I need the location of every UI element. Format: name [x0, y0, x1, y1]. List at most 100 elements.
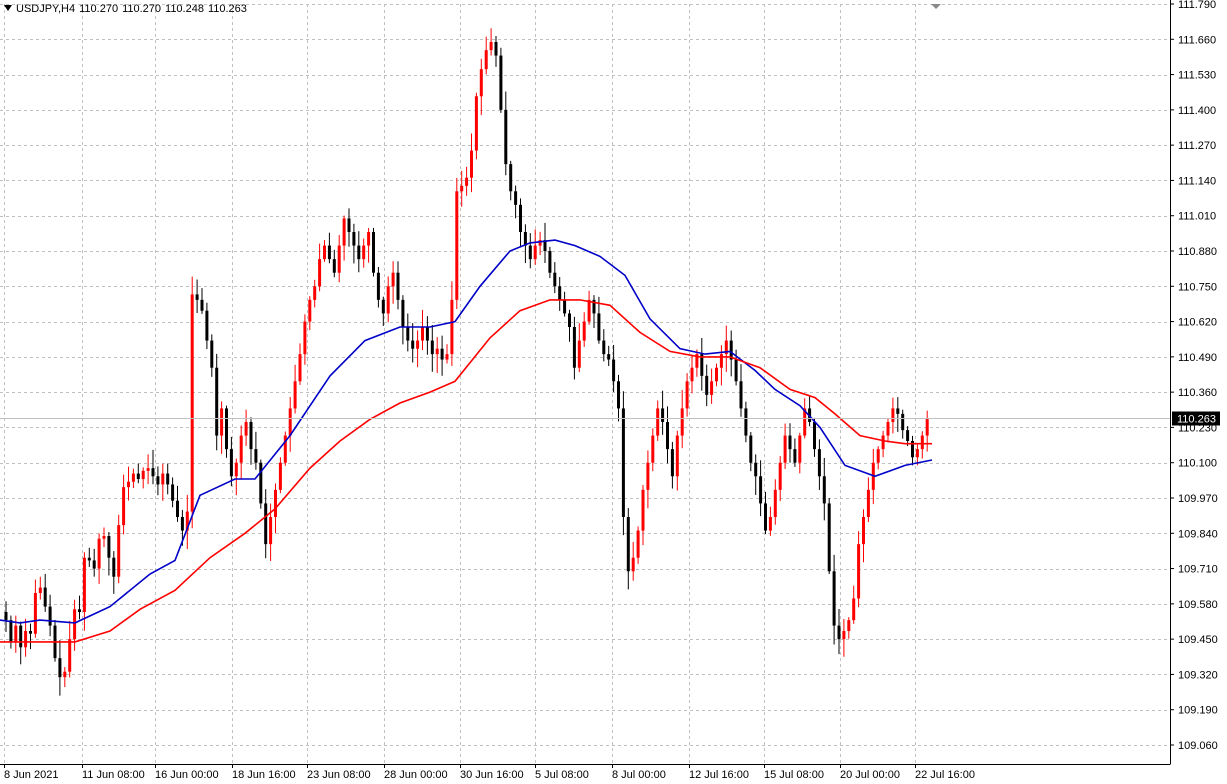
candle-bull [234, 462, 238, 477]
candle-bear [425, 327, 429, 341]
candle-bull [68, 639, 72, 672]
candle-bull [533, 245, 537, 260]
low-value: 110.248 [165, 3, 204, 15]
axes [0, 0, 1171, 765]
price-tick-label: 111.270 [1178, 140, 1216, 152]
candle-bear [92, 560, 96, 569]
candle-bull [842, 631, 846, 640]
candle-bull [587, 299, 591, 322]
candle-bear [788, 435, 792, 450]
price-tick-label: 110.100 [1178, 458, 1217, 470]
candle-bear [48, 606, 52, 626]
candle-bull [303, 321, 307, 355]
candle-bull [715, 367, 718, 382]
candle-bear [225, 408, 228, 450]
candle-bear [29, 631, 32, 634]
candle-bear [411, 340, 415, 349]
candle-bear [327, 245, 331, 260]
candle-bear [4, 612, 8, 621]
candle-bull [876, 449, 880, 463]
candle-bull [362, 245, 366, 260]
candle-bear [822, 476, 826, 504]
candle-bear [827, 503, 831, 572]
candle-bull [582, 321, 586, 341]
candle-bull [577, 340, 581, 368]
candle-bull [244, 422, 248, 436]
candle-bull [886, 422, 890, 436]
candle-bear [705, 375, 709, 395]
price-tick-label: 109.840 [1178, 528, 1218, 540]
candle-bear [528, 245, 532, 260]
candle-bear [78, 609, 81, 612]
candle-bear [739, 381, 743, 409]
candle-bull [773, 489, 777, 517]
candle-bull [239, 435, 243, 463]
candle-bear [156, 476, 160, 485]
candle-bull [274, 489, 277, 517]
candle-bull [641, 489, 645, 531]
candle-bear [171, 484, 175, 501]
candle-bull [460, 185, 464, 192]
candlesticks [4, 28, 929, 696]
candle-bull [220, 408, 224, 436]
candle-bull [915, 449, 919, 458]
candle-bear [264, 503, 268, 545]
candle-bull [127, 481, 130, 488]
candle-bear [43, 587, 47, 607]
price-tick-label: 109.580 [1178, 599, 1218, 611]
candle-bull [690, 367, 694, 382]
candle-bear [548, 251, 552, 273]
time-tick-label: 5 Jul 08:00 [535, 769, 589, 781]
candle-bull [269, 517, 273, 545]
candle-bull [63, 671, 67, 678]
time-tick-label: 20 Jul 00:00 [840, 769, 900, 781]
price-tick-label: 109.450 [1178, 634, 1218, 646]
chart-header: USDJPY,H4 110.270 110.270 110.248 110.263 [4, 3, 251, 15]
time-tick-label: 28 Jun 00:00 [384, 769, 448, 781]
candle-bear [406, 327, 410, 341]
open-value: 110.270 [79, 3, 119, 15]
time-tick-label: 11 Jun 08:00 [82, 769, 145, 781]
candle-bear [626, 517, 630, 572]
candle-bull [479, 69, 483, 97]
candle-bull [857, 544, 861, 599]
candle-bear [793, 449, 797, 463]
candle-bear [396, 272, 400, 300]
price-axis[interactable]: 111.790 111.660 111.530 111.400 111.270 111.1… [1170, 0, 1218, 752]
candle-bear [357, 245, 361, 260]
candle-bear [176, 500, 179, 517]
time-tick-label: 12 Jul 16:00 [689, 769, 749, 781]
candle-bull [298, 354, 302, 382]
candle-bear [499, 55, 503, 110]
time-tick-label: 18 Jun 16:00 [232, 769, 296, 781]
candle-bull [117, 525, 121, 577]
candle-bull [318, 259, 322, 287]
candle-bear [832, 571, 836, 626]
candle-bear [764, 503, 767, 531]
price-tick-label: 111.790 [1178, 0, 1216, 11]
candle-bear [906, 430, 910, 441]
candle-bull [862, 517, 865, 545]
candle-bull [293, 381, 297, 409]
time-tick-label: 15 Jul 08:00 [764, 769, 824, 781]
candle-bear [401, 299, 405, 327]
candle-bear [572, 327, 576, 368]
candle-bear [504, 109, 508, 165]
candle-bull [421, 327, 424, 341]
scroll-marker[interactable] [931, 4, 941, 9]
shift-marker-icon [931, 4, 941, 9]
chevron-down-icon[interactable] [4, 5, 12, 11]
candle-bull [631, 557, 635, 572]
candle-bear [58, 658, 62, 678]
candle-bear [381, 299, 385, 314]
candle-bull [131, 473, 135, 482]
candle-bull [386, 286, 390, 314]
candle-bear [749, 435, 753, 463]
time-axis[interactable]: 8 Jun 2021 11 Jun 08:00 16 Jun 00:00 18 Jun… [4, 764, 975, 781]
price-chart[interactable]: 111.790 111.660 111.530 111.400 111.270 111.1… [0, 0, 1227, 784]
candle-bull [455, 191, 459, 300]
candle-bull [14, 625, 18, 642]
candle-bear [617, 381, 620, 409]
candle-bull [881, 435, 885, 450]
price-tick-label: 110.620 [1178, 317, 1217, 329]
